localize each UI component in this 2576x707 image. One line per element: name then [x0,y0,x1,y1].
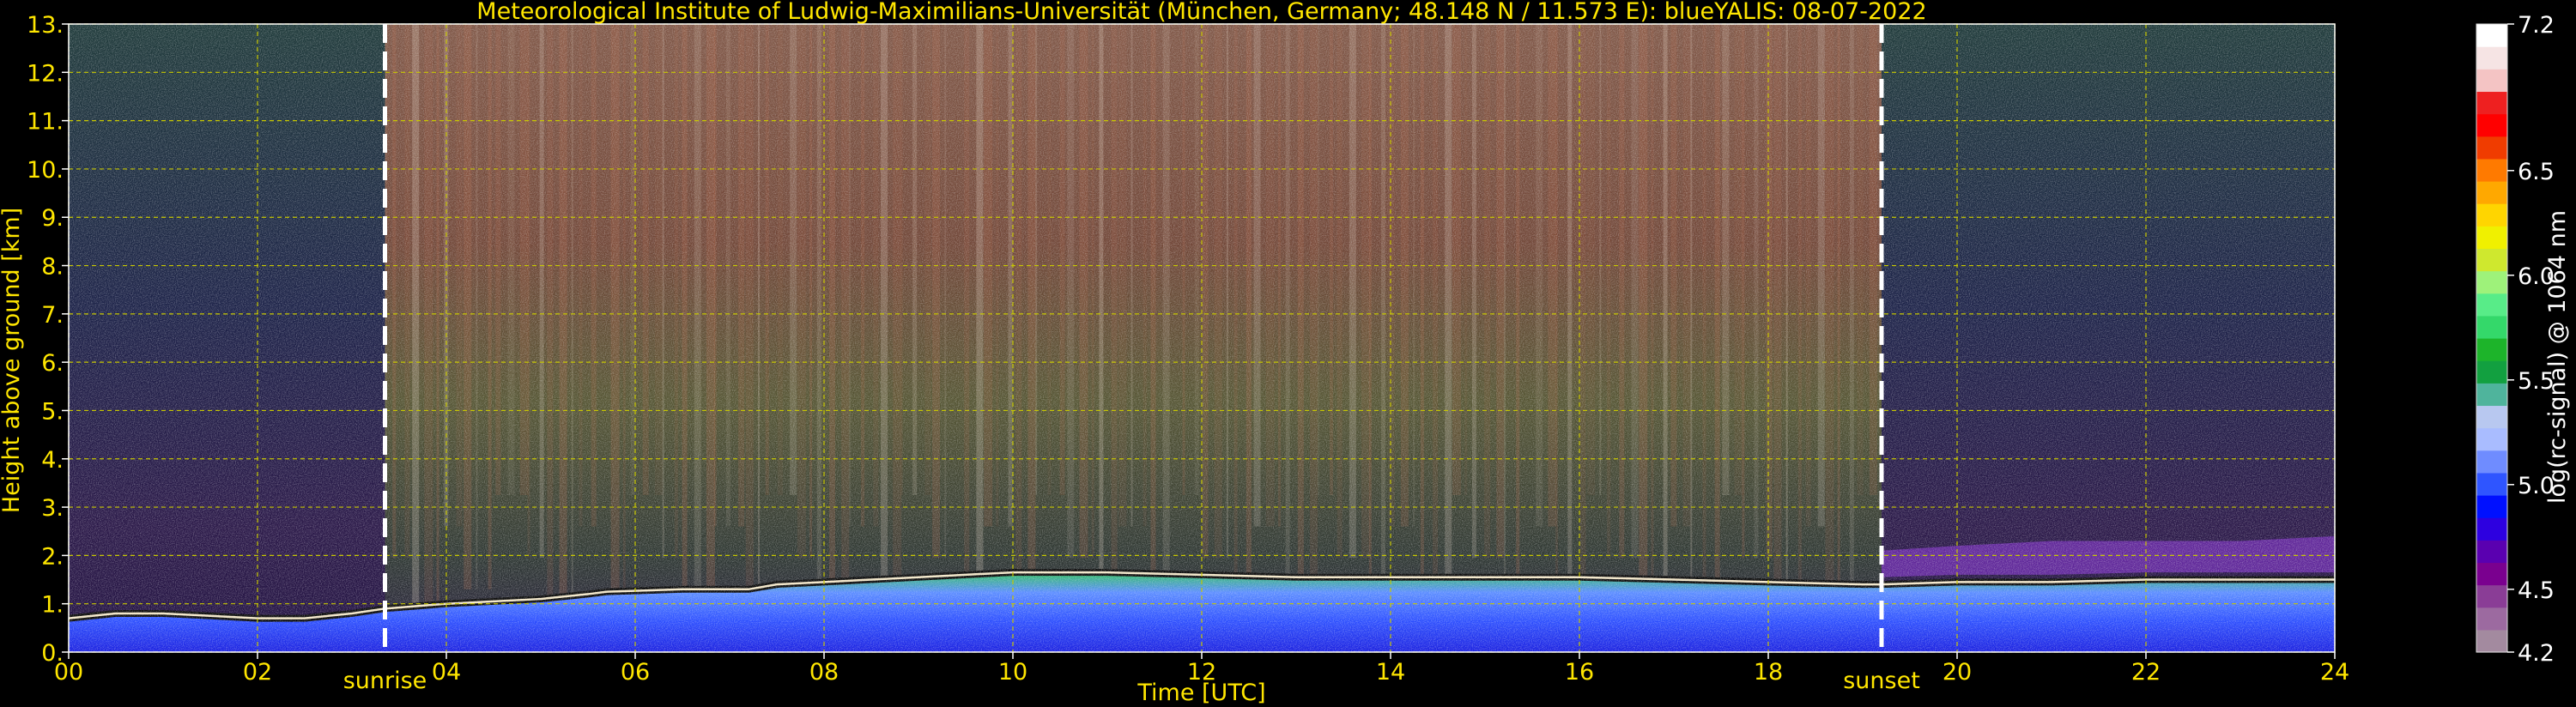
y-tick-label: 9. [41,205,64,232]
colorbar-segment [2476,158,2507,182]
colorbar-segment [2476,450,2507,474]
colorbar-segment [2476,203,2507,227]
colorbar-segment [2476,24,2507,47]
x-tick-label: 14 [1376,659,1405,686]
colorbar-segment [2476,226,2507,250]
colorbar-label: log(rc-signal) @ 1064 nm [2544,210,2571,504]
colorbar-segment [2476,91,2507,115]
colorbar-tick-label: 4.5 [2518,577,2555,604]
y-tick-label: 8. [41,254,64,281]
chart-title: Meteorological Institute of Ludwig-Maxim… [476,0,1926,25]
colorbar-tick-label: 6.5 [2518,159,2555,185]
colorbar-segment [2476,113,2507,137]
colorbar-segment [2476,383,2507,407]
x-tick-label: 08 [809,659,839,686]
y-tick-label: 6. [41,350,64,377]
x-tick-label: 24 [2320,659,2349,686]
x-tick-label: 16 [1565,659,1594,686]
colorbar-tick-label: 7.2 [2518,12,2555,39]
y-tick-label: 0. [41,640,64,667]
colorbar-segment [2476,338,2507,361]
colorbar-segment [2476,405,2507,429]
y-tick-label: 12. [27,60,64,87]
y-axis-label: Height above ground [km] [0,208,25,513]
y-tick-label: 3. [41,495,64,522]
y-tick-label: 2. [41,543,64,570]
x-tick-label: 10 [998,659,1027,686]
colorbar-segment [2476,360,2507,384]
colorbar-segment [2476,293,2507,317]
sunset-label: sunset [1843,668,1920,694]
colorbar-segment [2476,427,2507,451]
colorbar [2476,23,2508,653]
colorbar-segment [2476,562,2507,586]
y-tick-label: 7. [41,302,64,329]
y-tick-label: 11. [27,109,64,136]
colorbar-segment [2476,495,2507,518]
y-tick-label: 5. [41,398,64,425]
x-tick-label: 04 [432,659,461,686]
x-tick-label: 22 [2131,659,2161,686]
colorbar-segment [2476,629,2507,653]
y-tick-label: 4. [41,447,64,474]
colorbar-segment [2476,517,2507,541]
lidar-chart: 00 02 04 06 08 10 12 14 16 18 20 22 24 0.1.2.3.4.5.6… [0,0,2571,706]
colorbar-segment [2476,472,2507,496]
y-tick-label: 1. [41,592,64,619]
colorbar-segment [2476,315,2507,339]
colorbar-segment [2476,248,2507,272]
colorbar-segment [2476,181,2507,204]
colorbar-segment [2476,69,2507,93]
colorbar-segment [2476,270,2507,294]
colorbar-tick-label: 4.2 [2518,640,2555,667]
x-tick-label: 06 [621,659,650,686]
x-tick-label: 18 [1754,659,1783,686]
y-tick-label: 10. [27,157,64,184]
colorbar-segment [2476,607,2507,631]
colorbar-segment [2476,136,2507,160]
x-axis-label: Time [UTC] [1136,680,1265,706]
x-tick-label: 20 [1943,659,1972,686]
colorbar-segment [2476,584,2507,608]
sunrise-label: sunrise [343,668,427,694]
colorbar-segment [2476,540,2507,564]
y-axis-ticks: 0. 1. 2. 3. 4. 5. 6. 7. 8. 9. 10. 11. 12. 13. [27,12,69,667]
x-tick-label: 02 [243,659,272,686]
y-tick-label: 13. [27,12,64,39]
colorbar-segment [2476,46,2507,69]
